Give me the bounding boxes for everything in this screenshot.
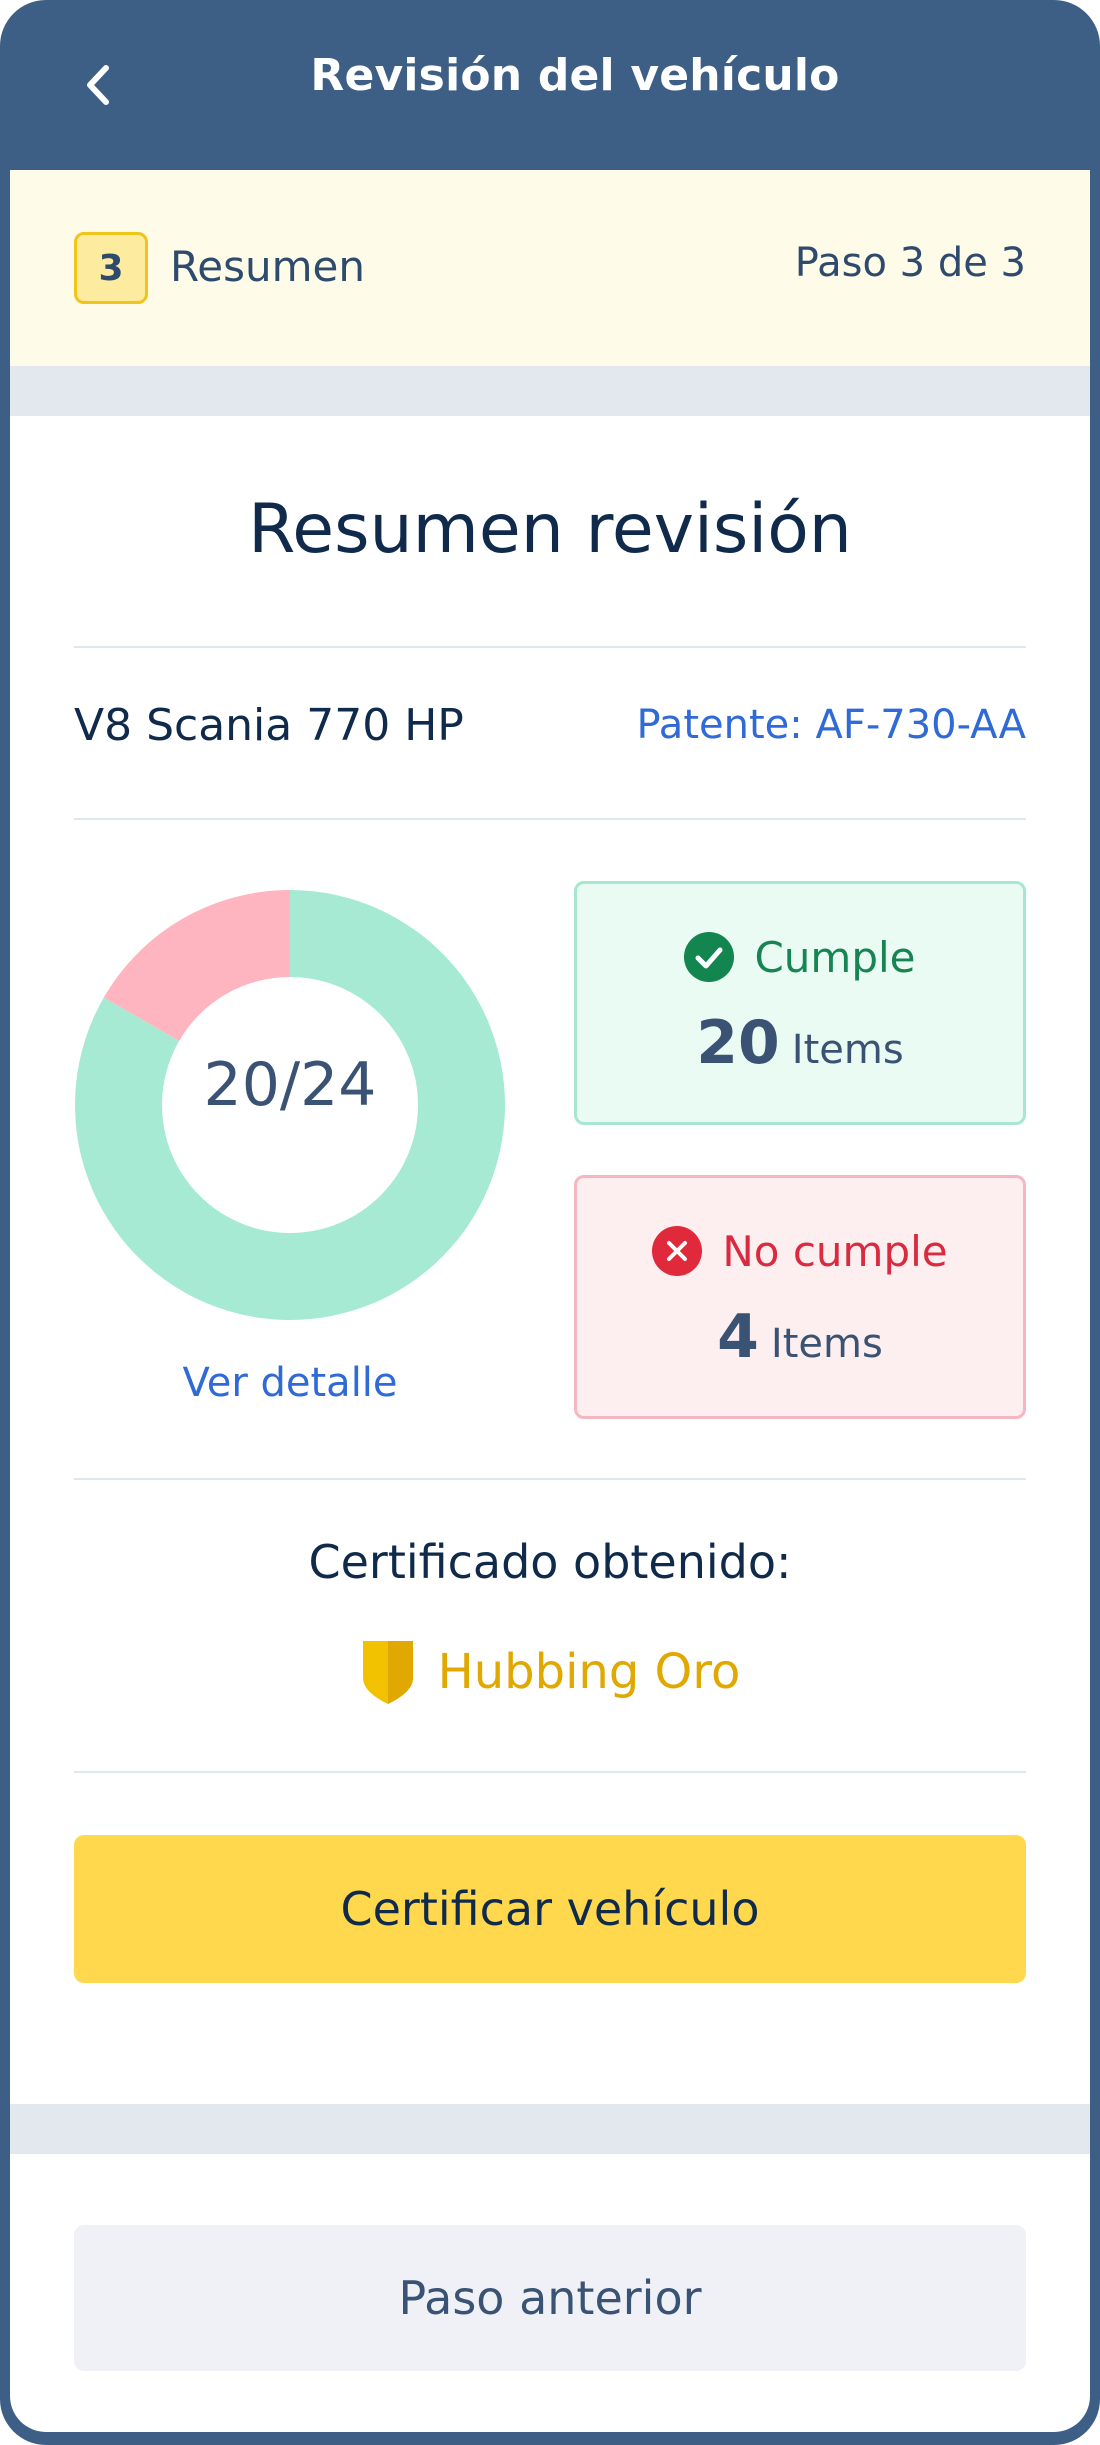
certificate-badge: Hubbing Oro [10, 1638, 1090, 1706]
non-compliant-card: No cumple 4 Items [574, 1175, 1026, 1419]
shield-icon [362, 1641, 413, 1704]
divider [74, 646, 1026, 648]
view-detail-link[interactable]: Ver detalle [70, 1360, 510, 1406]
divider [74, 1771, 1026, 1773]
section-separator [10, 366, 1090, 416]
step-number-badge: 3 [74, 232, 148, 304]
section-separator [10, 2104, 1090, 2154]
divider [74, 1478, 1026, 1480]
certificate-name: Hubbing Oro [437, 1644, 741, 1700]
compliant-unit: Items [791, 1027, 904, 1073]
app-frame: Revisión del vehículo 3 Resumen Paso 3 d… [0, 0, 1100, 2445]
page-title: Revisión del vehículo [310, 50, 840, 101]
non-compliant-unit: Items [770, 1321, 883, 1367]
score-label: 20/24 [203, 1050, 377, 1120]
non-compliant-label: No cumple [722, 1226, 948, 1276]
previous-step-button[interactable]: Paso anterior [74, 2225, 1026, 2371]
non-compliant-count: 4 [717, 1302, 759, 1372]
check-circle-icon [684, 932, 735, 982]
screen-content: 3 Resumen Paso 3 de 3 Resumen revisión V… [10, 170, 1090, 2432]
step-label: Resumen [170, 242, 366, 291]
compliant-card: Cumple 20 Items [574, 881, 1026, 1125]
certificate-title: Certificado obtenido: [308, 1535, 792, 1589]
vehicle-name: V8 Scania 770 HP [74, 700, 464, 751]
divider [74, 818, 1026, 820]
vehicle-plate: Patente: AF-730-AA [636, 702, 1026, 748]
compliant-count: 20 [696, 1008, 780, 1078]
certify-vehicle-button[interactable]: Certificar vehículo [74, 1835, 1026, 1983]
x-circle-icon [652, 1226, 703, 1276]
compliant-label: Cumple [754, 932, 916, 982]
step-indicator: 3 Resumen Paso 3 de 3 [10, 170, 1090, 366]
step-counter: Paso 3 de 3 [794, 240, 1026, 286]
summary-title: Resumen revisión [248, 490, 852, 569]
